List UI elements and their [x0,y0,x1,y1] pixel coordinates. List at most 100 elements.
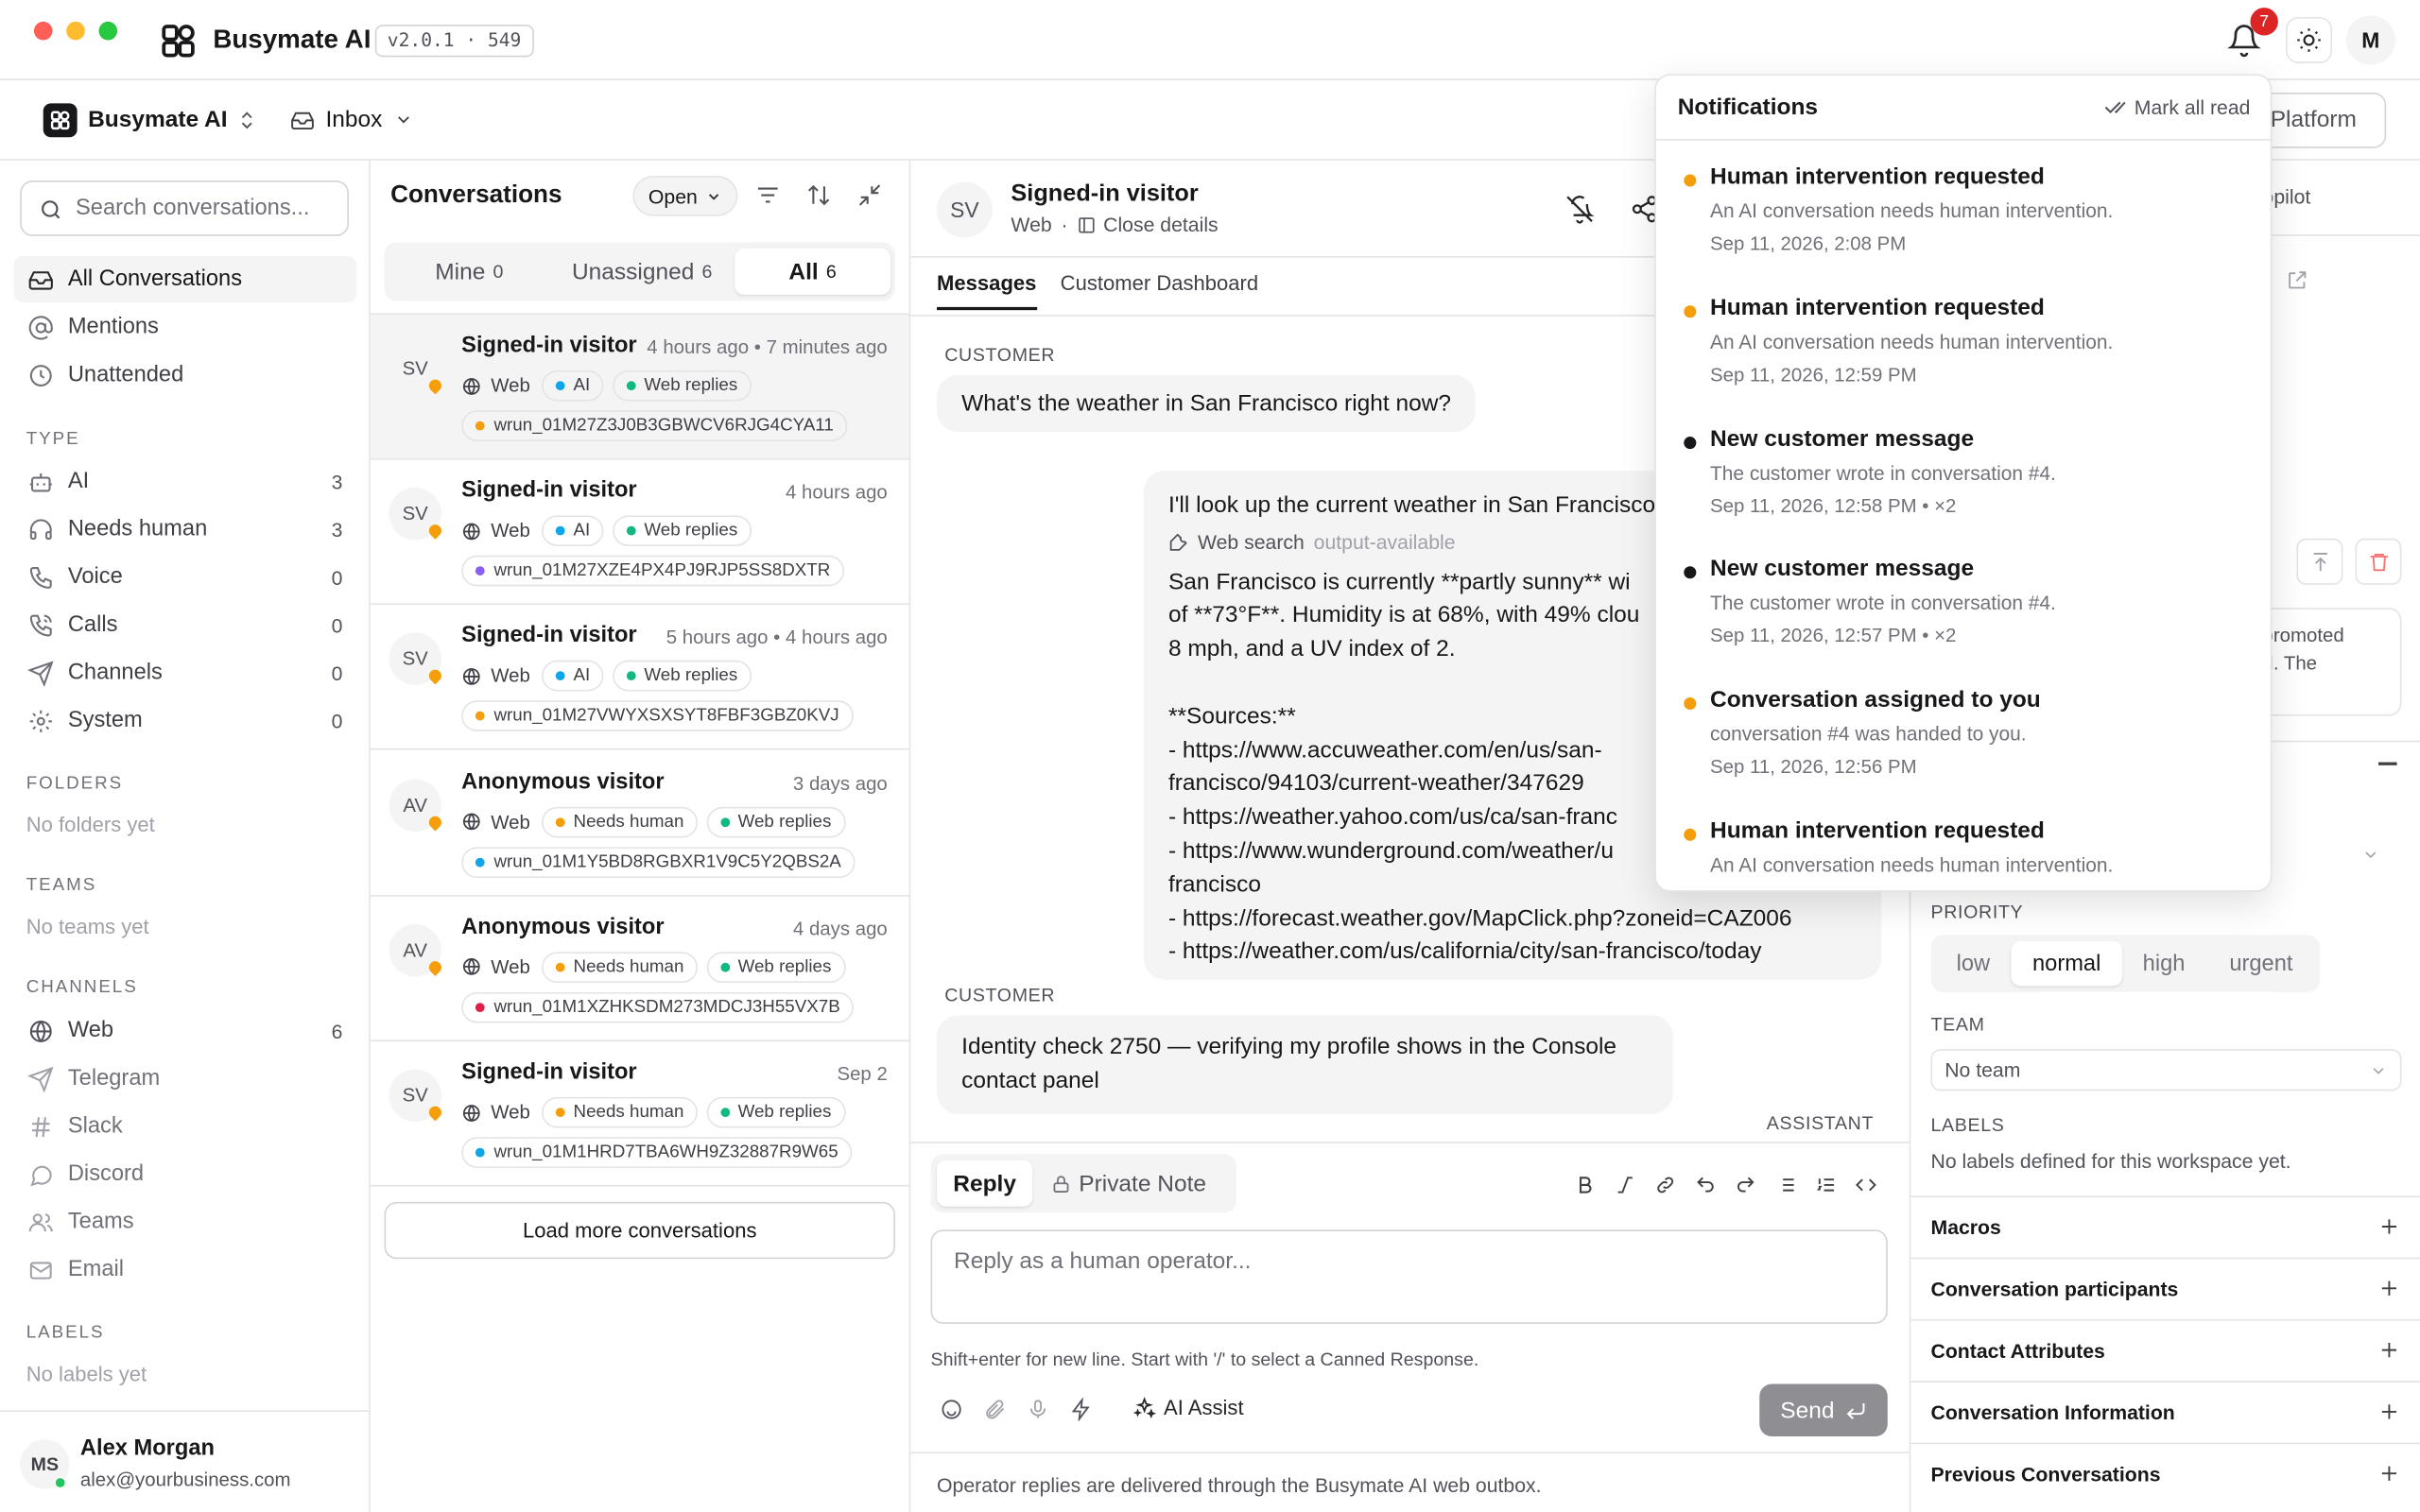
online-status-dot [54,1476,67,1489]
tab-all[interactable]: All 6 [735,248,891,295]
attach-button[interactable] [983,1398,1006,1420]
inbox-selector[interactable]: Inbox [290,107,413,132]
send-button[interactable]: Send [1759,1383,1888,1437]
type-color-dot [556,962,566,972]
sidebar-item-telegram[interactable]: Telegram [14,1056,356,1102]
sidebar-item-web[interactable]: Web 6 [14,1007,356,1054]
conversation-item[interactable]: SV Signed-in visitor 4 hours ago Web AI Web r… [370,460,909,606]
minimize-window-button[interactable] [66,21,85,41]
priority-low[interactable]: low [1937,941,2010,986]
tab-reply[interactable]: Reply [937,1160,1033,1207]
sidebar-item-discord[interactable]: Discord [14,1151,356,1197]
sidebar-item-voice[interactable]: Voice 0 [14,554,356,600]
app-title: Busymate AI [213,25,372,55]
sidebar-item-calls[interactable]: Calls 0 [14,602,356,648]
sidebar-item-label: Web [67,1018,114,1043]
conversation-item[interactable]: AV Anonymous visitor 4 days ago Web Needs hu… [370,896,909,1041]
section-contact-attributes[interactable]: Contact Attributes [1910,1318,2420,1381]
team-select[interactable]: No team [1930,1049,2402,1091]
workspace-switcher[interactable]: Busymate AI [88,107,258,132]
sidebar-item-needs-human[interactable]: Needs human 3 [14,507,356,553]
close-details-button[interactable]: Close details [1077,213,1219,236]
section-conversation-information[interactable]: Conversation Information [1910,1381,2420,1442]
italic-icon [1617,1177,1633,1194]
load-more-button[interactable]: Load more conversations [384,1201,895,1260]
redo-button[interactable] [1735,1174,1756,1195]
sidebar-item-ai[interactable]: AI 3 [14,458,356,505]
sidebar-item-count: 0 [331,612,343,637]
notification-item[interactable]: New customer message The customer wrote i… [1656,550,2271,681]
conversation-item[interactable]: SV Signed-in visitor 4 hours ago • 7 minut… [370,315,909,460]
mark-all-read-button[interactable]: Mark all read [2103,95,2250,119]
search-input[interactable]: Search conversations... [20,180,349,236]
user-profile[interactable]: MS Alex Morgan alex@yourbusiness.com [0,1410,370,1512]
sidebar-item-label: Voice [67,564,123,590]
filter-button[interactable] [754,182,781,209]
sidebar-item-system[interactable]: System 0 [14,697,356,744]
delete-button[interactable] [2355,538,2402,585]
notification-count-badge: 7 [2250,8,2278,36]
priority-normal[interactable]: normal [2011,940,2122,987]
sidebar-item-channels[interactable]: Channels 0 [14,649,356,696]
code-button[interactable] [1856,1174,1877,1195]
hash-icon [26,1112,54,1140]
theme-toggle-button[interactable] [2286,16,2333,63]
notification-item[interactable]: New customer message The customer wrote i… [1656,419,2271,550]
composer-mode-tabs: Reply Private Note [930,1154,1236,1213]
priority-high[interactable]: high [2125,941,2203,986]
labels-empty-text: No labels yet [26,1362,147,1386]
collapse-section-icon[interactable] [2377,762,2397,765]
tab-mine[interactable]: Mine 0 [390,249,548,295]
notification-item[interactable]: Human intervention requested An AI conver… [1656,158,2271,289]
notification-item[interactable]: Human intervention requested An AI conver… [1656,812,2271,890]
collapse-button[interactable] [856,182,883,209]
status-filter-dropdown[interactable]: Open [632,176,738,216]
avatar-initials: SV [402,648,428,671]
link-button[interactable] [1654,1174,1676,1195]
mute-notifications-button[interactable] [1565,195,1595,224]
sidebar-item-email[interactable]: Email [14,1246,356,1293]
sidebar-item-all-conversations[interactable]: All Conversations [13,256,357,303]
notification-item[interactable]: Human intervention requested An AI conver… [1656,288,2271,420]
user-avatar-button[interactable]: M [2345,15,2395,65]
conversation-item[interactable]: SV Signed-in visitor Sep 2 Web Needs human We… [370,1041,909,1187]
bold-button[interactable] [1574,1174,1596,1195]
tab-customer-dashboard[interactable]: Customer Dashboard [1061,271,1258,294]
numbered-list-button[interactable] [1815,1174,1837,1195]
sort-button[interactable] [805,182,832,209]
section-previous-conversations[interactable]: Previous Conversations [1910,1442,2420,1504]
notification-body: The customer wrote in conversation #4. [1710,591,2056,615]
tab-private-note[interactable]: Private Note [1051,1160,1206,1207]
italic-button[interactable] [1615,1174,1636,1195]
chip-label: Needs human [573,1103,684,1122]
bullet-list-button[interactable] [1775,1174,1797,1195]
conversation-item[interactable]: AV Anonymous visitor 3 days ago Web Needs hu… [370,750,909,896]
emoji-button[interactable] [940,1398,962,1420]
maximize-window-button[interactable] [98,21,118,41]
sidebar-item-teams[interactable]: Teams [14,1199,356,1246]
undo-button[interactable] [1695,1174,1717,1195]
users-icon [26,1208,54,1235]
section-macros[interactable]: Macros [1910,1195,2420,1257]
sidebar-item-slack[interactable]: Slack [14,1103,356,1149]
tab-messages[interactable]: Messages [937,271,1037,311]
open-external-button[interactable] [2286,268,2308,291]
chip-label: AI [573,522,591,541]
close-window-button[interactable] [33,21,53,41]
contact-avatar: SV [937,181,993,238]
promote-button[interactable] [2296,538,2343,585]
external-link-icon [2289,271,2307,289]
quick-action-button[interactable] [1069,1398,1092,1421]
ai-assist-button[interactable]: AI Assist [1132,1397,1244,1419]
sidebar-item-mentions[interactable]: Mentions [14,304,356,351]
sidebar-item-unattended[interactable]: Unattended [14,352,356,398]
chip-label: Web replies [737,957,832,977]
tab-unassigned[interactable]: Unassigned 6 [551,249,734,295]
reply-input[interactable]: Reply as a human operator... [930,1229,1888,1324]
section-conversation-participants[interactable]: Conversation participants [1910,1257,2420,1319]
priority-urgent[interactable]: urgent [2210,941,2312,986]
notifications-bell-button[interactable]: 7 [2227,8,2278,58]
voice-note-button[interactable] [1027,1398,1049,1420]
notification-item[interactable]: Conversation assigned to you conversation… [1656,680,2271,812]
conversation-item[interactable]: SV Signed-in visitor 5 hours ago • 4 hours… [370,606,909,751]
